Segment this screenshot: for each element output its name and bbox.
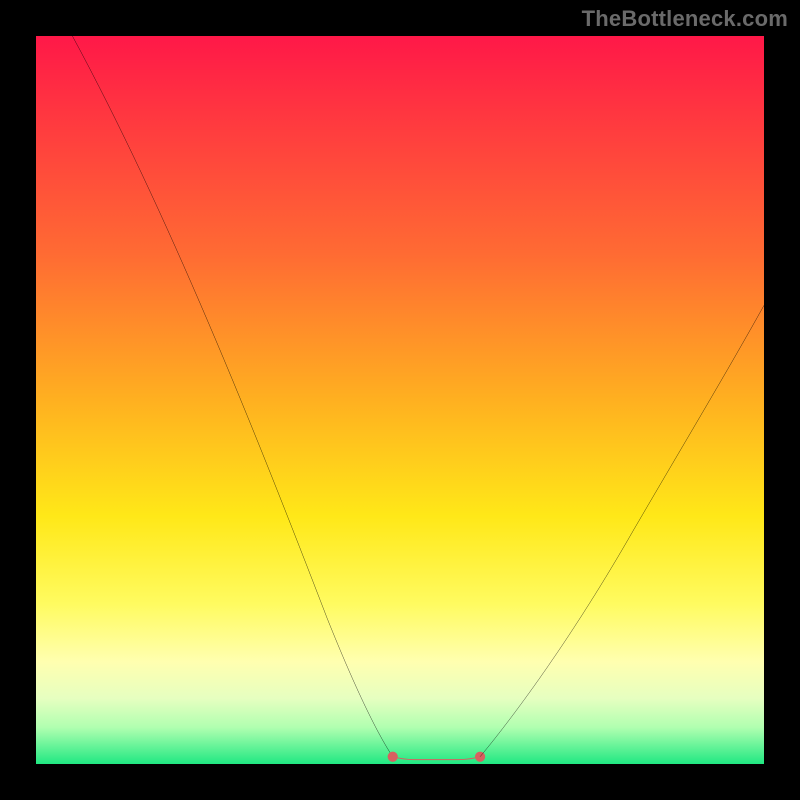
- chart-svg: [36, 36, 764, 764]
- chart-plot-area: [36, 36, 764, 764]
- curve-bottom: [393, 757, 480, 760]
- curve-left: [72, 36, 392, 757]
- bottom-dot-left: [388, 752, 398, 762]
- watermark-text: TheBottleneck.com: [582, 6, 788, 32]
- curve-right: [480, 305, 764, 756]
- chart-frame: TheBottleneck.com: [0, 0, 800, 800]
